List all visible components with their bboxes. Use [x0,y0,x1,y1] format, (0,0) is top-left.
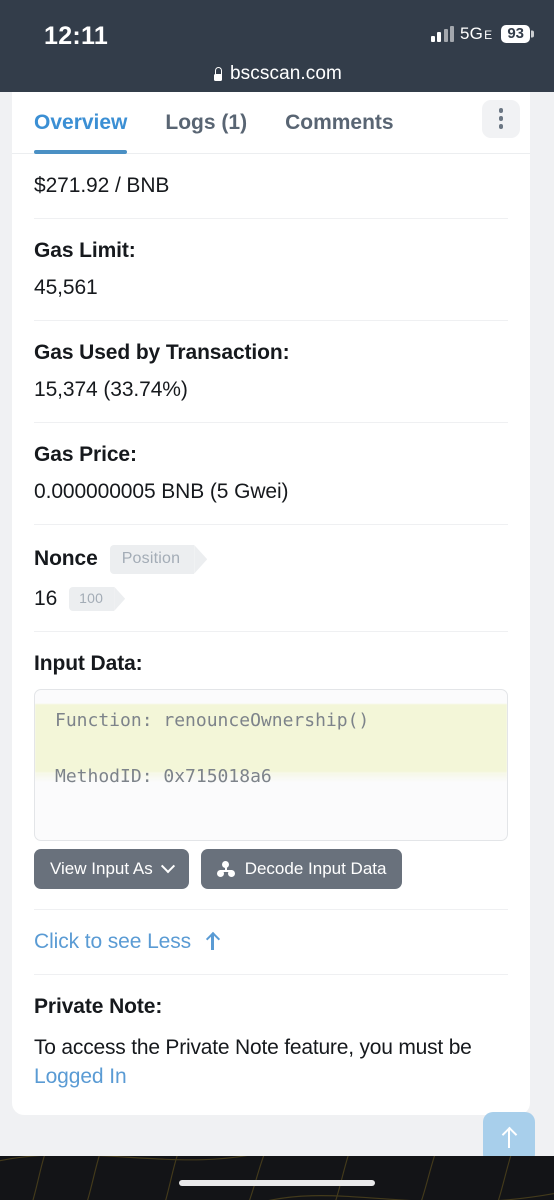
gas-price-value: 0.000000005 BNB (5 Gwei) [34,480,289,503]
gas-used-value: 15,374 (33.74%) [34,378,188,401]
gas-limit-label: Gas Limit: [34,239,136,262]
gas-limit-value: 45,561 [34,276,98,299]
input-data-actions: View Input As Decode Input Data [34,841,508,889]
input-data-box[interactable]: Function: renounceOwnership() MethodID: … [34,688,508,841]
browser-chrome: 12:11 5G E 93 bscscan.com [0,0,554,92]
tab-bar: Overview Logs (1) Comments [12,92,530,154]
see-less-label: Click to see Less [34,929,192,953]
kebab-menu-icon[interactable] [482,99,520,138]
click-to-see-less[interactable]: Click to see Less [34,930,508,954]
decode-input-data-button[interactable]: Decode Input Data [200,848,403,889]
input-data-label: Input Data: [34,651,143,675]
arrow-up-icon [501,1128,517,1148]
network-label: 5G [460,24,484,43]
row-private-note: Private Note: To access the Private Note… [34,975,508,1115]
row-input-data: Input Data: Function: renounceOwnership(… [34,632,508,910]
lock-icon [212,67,223,81]
price-value: $271.92 / BNB [34,174,170,197]
nonce-value-line: 16 100 [34,586,508,611]
status-clock: 12:11 [44,22,109,50]
input-data-function-line: Function: renounceOwnership() [55,709,370,731]
network-type: 5G E [460,24,492,44]
row-gas-used: Gas Used by Transaction: 15,374 (33.74%) [34,321,508,423]
url-bar[interactable]: bscscan.com [0,56,554,92]
private-note-label: Private Note: [34,994,163,1018]
nonce-label-line: Nonce Position [34,545,508,574]
phone-screen: 12:11 5G E 93 bscscan.com Overview Logs (… [0,0,554,1200]
nodes-icon [216,860,235,877]
overview-details: $271.92 / BNB Gas Limit: 45,561 Gas Used… [12,154,530,1115]
row-price: $271.92 / BNB [34,154,508,219]
nonce-value: 16 [34,586,58,610]
chevron-down-icon [160,859,175,874]
view-input-as-button[interactable]: View Input As [34,848,189,889]
row-gas-limit: Gas Limit: 45,561 [34,219,508,321]
status-indicators: 5G E 93 [430,24,530,44]
home-indicator-area [0,1156,554,1200]
signal-bars-icon [430,26,455,42]
nonce-label: Nonce [34,547,98,571]
gas-used-label: Gas Used by Transaction: [34,341,290,364]
network-sublabel: E [484,28,493,42]
battery-indicator: 93 [501,24,530,44]
url-text: bscscan.com [230,63,342,84]
tab-comments[interactable]: Comments [285,111,394,153]
logged-in-link[interactable]: Logged In [34,1065,508,1089]
view-input-as-label: View Input As [50,858,153,878]
input-data-code: Function: renounceOwnership() MethodID: … [35,690,507,786]
tab-logs[interactable]: Logs (1) [165,111,247,153]
arrow-up-icon [205,933,220,951]
home-indicator-bar[interactable] [179,1180,375,1186]
status-bar: 12:11 5G E 93 [0,0,554,56]
input-data-methodid-line: MethodID: 0x715018a6 [55,765,272,787]
nonce-position-tag: Position [109,545,195,574]
tab-overview[interactable]: Overview [34,111,128,154]
row-nonce: Nonce Position 16 100 [34,525,508,632]
row-gas-price: Gas Price: 0.000000005 BNB (5 Gwei) [34,423,508,525]
gas-price-label: Gas Price: [34,443,137,466]
topographic-wallpaper [0,1156,554,1200]
row-see-less: Click to see Less [34,910,508,975]
decode-input-data-label: Decode Input Data [244,858,387,878]
nonce-position-value-tag: 100 [69,586,115,611]
private-note-text: To access the Private Note feature, you … [34,1035,472,1059]
content-card: Overview Logs (1) Comments $271.92 / BNB… [12,92,530,1115]
